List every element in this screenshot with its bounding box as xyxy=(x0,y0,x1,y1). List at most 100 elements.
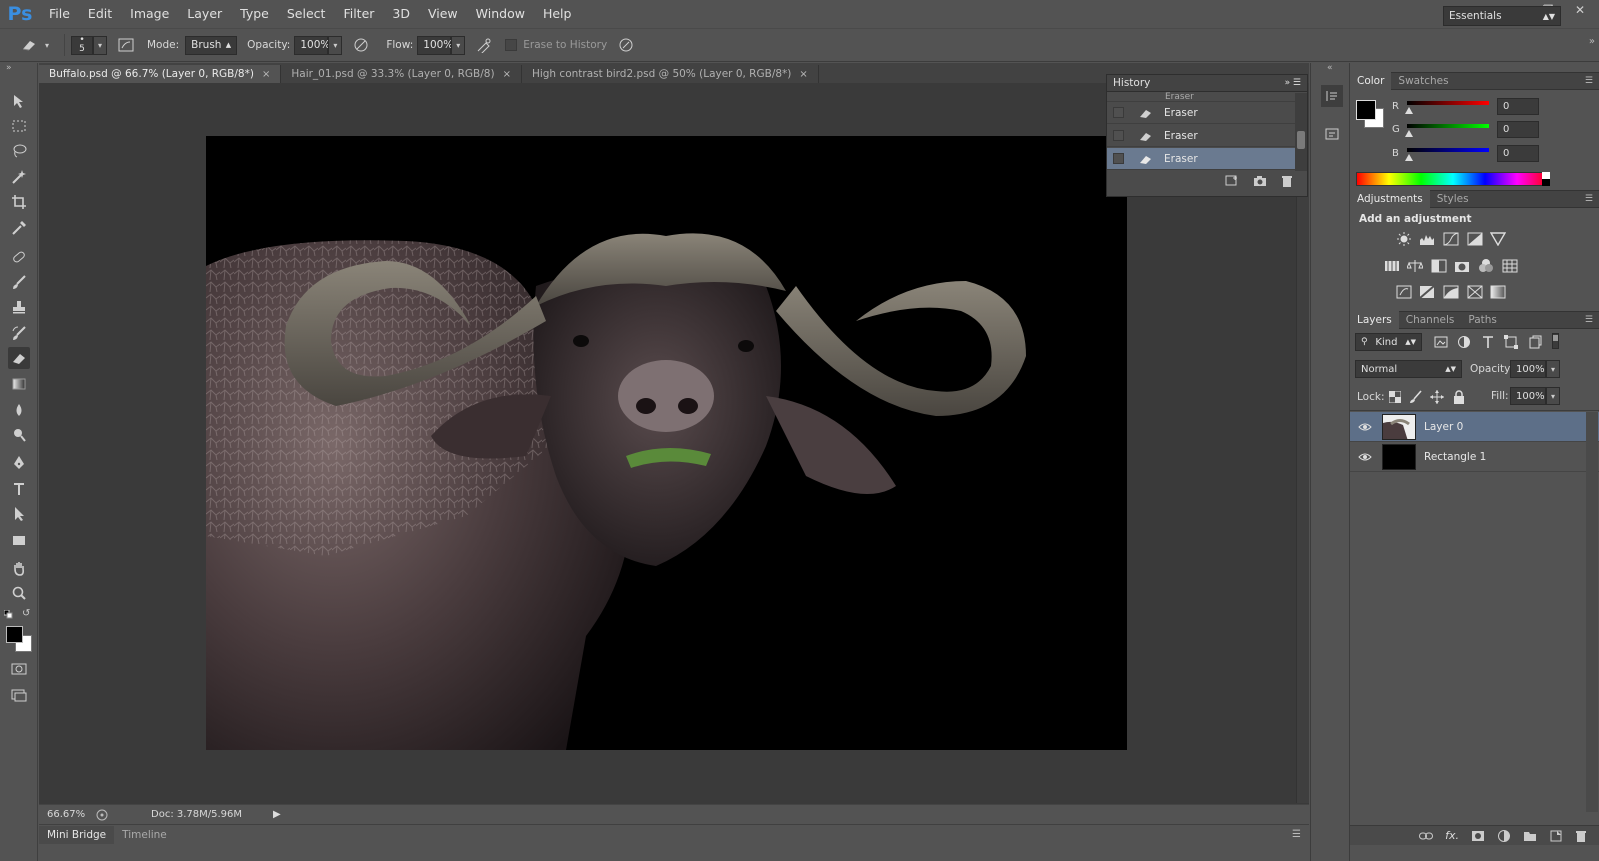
foreground-color-swatch[interactable] xyxy=(6,626,23,643)
tab-color[interactable]: Color xyxy=(1350,72,1392,90)
opacity-dropdown[interactable]: ▾ xyxy=(328,35,343,55)
eyedropper-tool-icon[interactable] xyxy=(8,217,30,239)
brush-size-field[interactable]: • 5 xyxy=(71,35,93,55)
camera-snapshot-icon[interactable] xyxy=(1253,175,1267,187)
filter-adjustment-layer-icon[interactable] xyxy=(1455,334,1473,350)
fill-field[interactable]: 100% xyxy=(1510,387,1546,405)
visibility-eye-icon[interactable] xyxy=(1358,422,1372,432)
rectangle-tool-icon[interactable] xyxy=(8,529,30,551)
close-tab-icon[interactable]: × xyxy=(262,69,270,80)
menu-view[interactable]: View xyxy=(419,0,467,28)
dodge-tool-icon[interactable] xyxy=(8,424,30,446)
gradient-tool-icon[interactable] xyxy=(8,373,30,395)
lasso-tool-icon[interactable] xyxy=(8,140,30,162)
history-scrollbar[interactable] xyxy=(1295,93,1307,171)
eraser-tool-icon[interactable] xyxy=(8,347,30,369)
red-slider[interactable] xyxy=(1407,101,1489,105)
lock-transparent-pixels-icon[interactable] xyxy=(1386,389,1404,405)
eraser-tool-preset-icon[interactable] xyxy=(18,34,40,56)
panel-collapse-icon[interactable]: » xyxy=(1589,36,1595,47)
lock-position-icon[interactable] xyxy=(1428,389,1446,405)
tool-preset-dropdown[interactable]: ▾ xyxy=(40,36,54,55)
close-tab-icon[interactable]: × xyxy=(503,69,511,80)
properties-panel-icon[interactable] xyxy=(1321,123,1343,145)
brightness-contrast-icon[interactable] xyxy=(1395,231,1413,247)
filter-smart-object-icon[interactable] xyxy=(1526,334,1544,350)
channel-mixer-icon[interactable] xyxy=(1477,258,1495,274)
document-tab-buffalo[interactable]: Buffalo.psd @ 66.7% (Layer 0, RGB/8*) × xyxy=(39,65,282,83)
history-item[interactable]: Eraser xyxy=(1107,102,1295,124)
brush-tool-icon[interactable] xyxy=(8,271,30,293)
document-tab-bird[interactable]: High contrast bird2.psd @ 50% (Layer 0, … xyxy=(521,65,819,83)
posterize-icon[interactable] xyxy=(1418,284,1436,300)
photo-filter-icon[interactable] xyxy=(1453,258,1471,274)
menu-layer[interactable]: Layer xyxy=(178,0,231,28)
panel-menu-icon[interactable]: ☰ xyxy=(1585,194,1593,204)
filter-shape-layer-icon[interactable] xyxy=(1502,334,1520,350)
green-value-field[interactable]: 0 xyxy=(1497,121,1539,138)
image-canvas[interactable] xyxy=(206,136,1127,750)
color-foreground-swatch[interactable] xyxy=(1356,100,1376,120)
layer-filter-kind-select[interactable]: ⚲ Kind ▲▼ xyxy=(1355,333,1422,351)
type-tool-icon[interactable] xyxy=(8,478,30,500)
filter-type-layer-icon[interactable] xyxy=(1479,334,1497,350)
add-mask-icon[interactable] xyxy=(1471,830,1485,842)
mode-select[interactable]: Brush ▲ xyxy=(185,35,238,55)
layer-opacity-dropdown[interactable]: ▾ xyxy=(1546,360,1560,378)
exposure-icon[interactable] xyxy=(1466,231,1484,247)
new-group-folder-icon[interactable] xyxy=(1523,830,1537,842)
new-layer-icon[interactable] xyxy=(1549,830,1563,842)
screen-mode-icon[interactable] xyxy=(8,684,30,706)
workspace-select[interactable]: Essentials ▲▼ xyxy=(1443,6,1561,26)
magic-wand-tool-icon[interactable] xyxy=(8,166,30,188)
filter-toggle-switch[interactable] xyxy=(1552,333,1559,349)
layer-name[interactable]: Layer 0 xyxy=(1424,421,1463,433)
zoom-tool-icon[interactable] xyxy=(8,582,30,604)
history-snapshot-checkbox[interactable] xyxy=(1113,153,1124,164)
black-white-icon[interactable] xyxy=(1430,258,1448,274)
blue-slider-thumb-icon[interactable] xyxy=(1405,154,1413,161)
swap-colors-icon[interactable]: ↺ xyxy=(22,608,30,619)
healing-brush-tool-icon[interactable] xyxy=(8,246,30,268)
history-brush-tool-icon[interactable] xyxy=(8,322,30,344)
gradient-map-icon[interactable] xyxy=(1489,284,1507,300)
layer-style-fx-icon[interactable]: fx. xyxy=(1445,829,1459,842)
curves-icon[interactable] xyxy=(1442,231,1460,247)
panel-menu-icon[interactable]: ☰ xyxy=(1292,829,1301,840)
tab-layers[interactable]: Layers xyxy=(1350,311,1399,329)
crop-tool-icon[interactable] xyxy=(8,191,30,213)
close-button[interactable]: ✕ xyxy=(1569,1,1591,19)
filter-pixel-layer-icon[interactable] xyxy=(1432,334,1450,350)
color-lookup-icon[interactable] xyxy=(1501,258,1519,274)
layer-row-rectangle-1[interactable]: Rectangle 1 xyxy=(1350,442,1599,472)
history-snapshot-checkbox[interactable] xyxy=(1113,130,1124,141)
menu-file[interactable]: File xyxy=(40,0,79,28)
move-tool-icon[interactable] xyxy=(8,90,30,112)
layer-opacity-field[interactable]: 100% xyxy=(1510,360,1546,378)
layer-name[interactable]: Rectangle 1 xyxy=(1424,451,1486,463)
pressure-size-icon[interactable] xyxy=(615,34,637,56)
close-tab-icon[interactable]: × xyxy=(799,69,807,80)
spectrum-white-black-swatch[interactable] xyxy=(1542,172,1550,186)
new-adjustment-layer-icon[interactable] xyxy=(1497,829,1511,843)
menu-window[interactable]: Window xyxy=(467,0,534,28)
panel-menu-icon[interactable]: ☰ xyxy=(1585,315,1593,325)
hand-tool-icon[interactable] xyxy=(8,557,30,579)
history-item[interactable]: Eraser xyxy=(1107,125,1295,147)
red-value-field[interactable]: 0 xyxy=(1497,98,1539,115)
strip-collapse-icon[interactable]: « xyxy=(1327,63,1333,73)
menu-filter[interactable]: Filter xyxy=(334,0,383,28)
link-layers-icon[interactable] xyxy=(1419,831,1434,841)
pressure-opacity-icon[interactable] xyxy=(350,34,372,56)
visibility-eye-icon[interactable] xyxy=(1358,452,1372,462)
color-spectrum-ramp[interactable] xyxy=(1356,172,1550,186)
tab-styles[interactable]: Styles xyxy=(1430,190,1476,208)
levels-icon[interactable] xyxy=(1418,231,1436,247)
tab-adjustments[interactable]: Adjustments xyxy=(1350,190,1430,208)
default-colors-icon[interactable] xyxy=(4,610,13,619)
pen-tool-icon[interactable] xyxy=(8,452,30,474)
airbrush-icon[interactable] xyxy=(473,34,495,56)
menu-edit[interactable]: Edit xyxy=(79,0,121,28)
toolbar-collapse-icon[interactable]: » xyxy=(6,63,12,73)
path-selection-tool-icon[interactable] xyxy=(8,503,30,525)
